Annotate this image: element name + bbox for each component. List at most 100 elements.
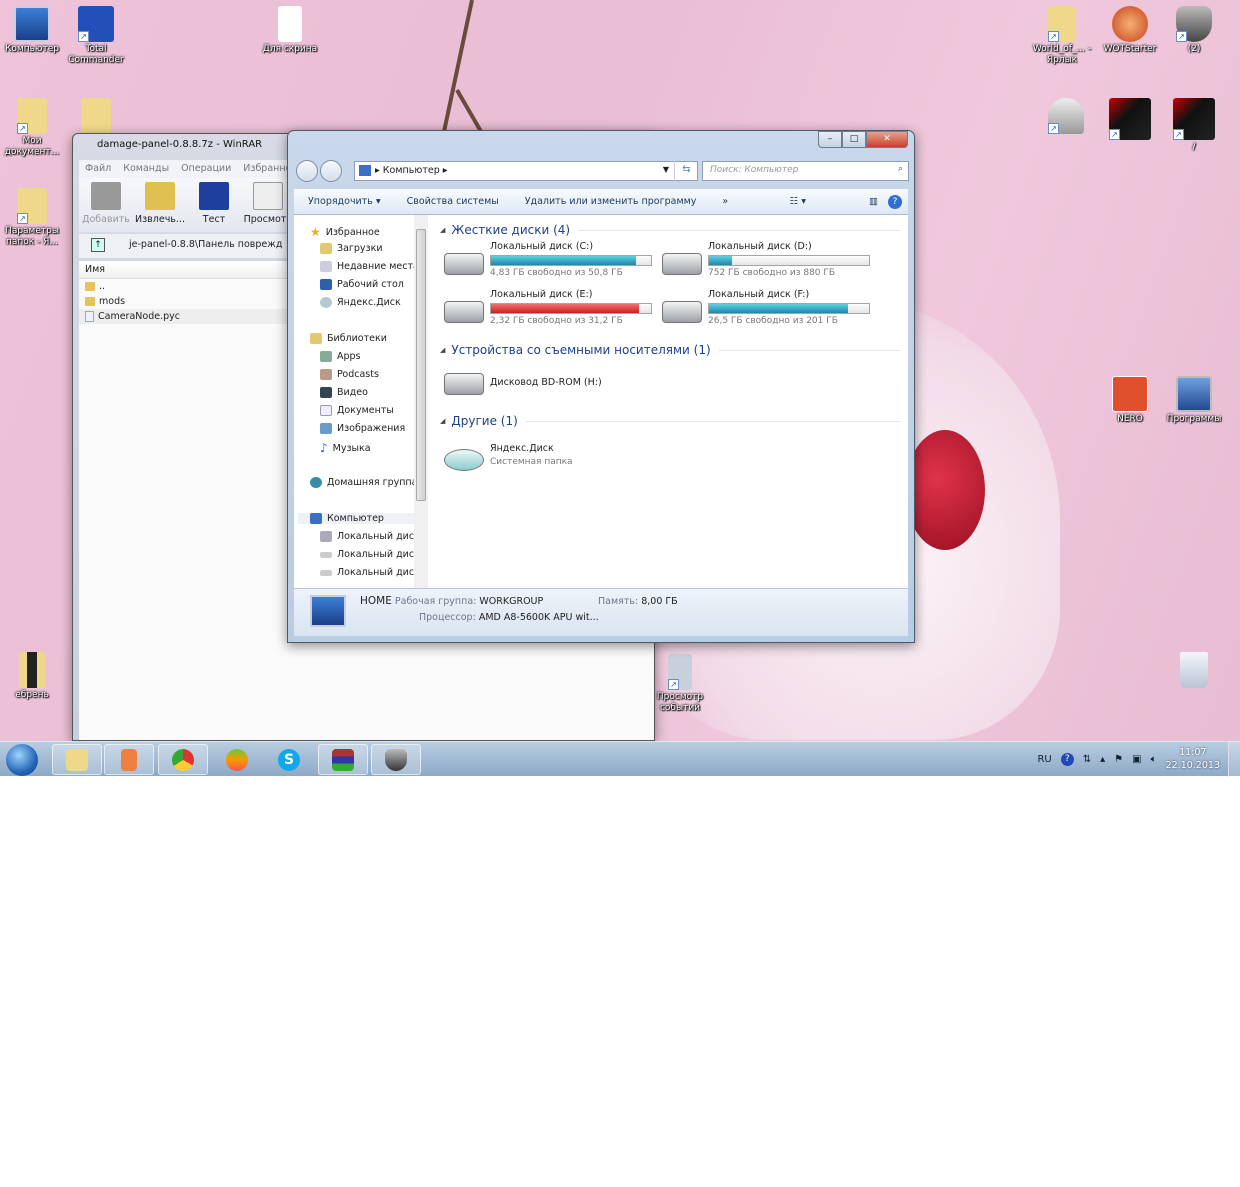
desktop-icon-folder-options[interactable]: ↗ Параметры папок - Я... — [0, 188, 64, 248]
content-pane[interactable]: ◢ Жесткие диски (4) Локальный диск (C:) 4,… — [434, 215, 908, 590]
details-pane: HOME Рабочая группа: WORKGROUP Память: 8… — [294, 588, 908, 636]
desktop-icon-nero[interactable]: NERO — [1098, 376, 1162, 425]
minimize-button[interactable]: – — [818, 131, 842, 148]
volume-icon[interactable]: 🔈︎ — [1151, 754, 1157, 765]
tree-drive[interactable]: Локальный диск — [320, 567, 414, 578]
tree-recent-places[interactable]: Недавние места — [320, 261, 414, 272]
desktop-icon-programs[interactable]: Программы — [1162, 376, 1226, 425]
add-button[interactable]: Добавить — [79, 178, 133, 232]
desktop-icon-folder[interactable] — [64, 98, 128, 136]
tree-favorites[interactable]: ★ Избранное — [310, 225, 380, 239]
tree-computer[interactable]: Компьютер — [298, 513, 414, 524]
close-button[interactable]: ✕ — [866, 131, 908, 148]
more-commands-button[interactable]: » — [722, 196, 728, 207]
drive-free-space: 4,83 ГБ свободно из 50,8 ГБ — [490, 268, 623, 278]
yandex-disk-ufo-icon — [444, 449, 484, 471]
tree-images[interactable]: Изображения — [320, 423, 405, 434]
tree-music[interactable]: ♪ Музыка — [320, 441, 371, 455]
group-header-other[interactable]: ◢ Другие (1) — [440, 414, 900, 428]
taskbar-explorer[interactable] — [52, 744, 102, 775]
test-button[interactable]: Тест — [187, 178, 241, 232]
scrollbar-thumb[interactable] — [416, 229, 426, 501]
bdrom-drive[interactable]: Дисковод BD-ROM (H:) — [444, 361, 654, 409]
tree-desktop[interactable]: Рабочий стол — [320, 279, 404, 290]
desktop-icon-recycle-bin[interactable] — [1162, 652, 1226, 690]
desktop-icon-world-of-tanks-shortcut[interactable]: ↗ World_of_... - Ярлык — [1030, 6, 1094, 66]
menu-commands[interactable]: Команды — [123, 163, 169, 174]
chevron-down-icon[interactable]: ▼ — [663, 165, 669, 174]
action-center-flag-icon[interactable]: ⚑ — [1114, 754, 1123, 765]
clock[interactable]: 11:07 22.10.2013 — [1166, 746, 1220, 772]
taskbar-skype[interactable]: S — [264, 744, 314, 775]
tree-drive[interactable]: Локальный диск — [320, 549, 414, 560]
group-header-hard-drives[interactable]: ◢ Жесткие диски (4) — [440, 223, 900, 237]
tree-podcasts[interactable]: Podcasts — [320, 369, 379, 380]
navigation-scrollbar[interactable] — [414, 215, 428, 590]
desktop-icon-computer[interactable]: Компьютер — [0, 6, 64, 55]
preview-pane-icon[interactable]: ▥ — [869, 196, 878, 207]
uninstall-program-button[interactable]: Удалить или изменить программу — [525, 196, 697, 207]
navigation-pane[interactable]: ★ Избранное Загрузки Недавние места Рабоч… — [294, 215, 415, 590]
yandex-disk-item[interactable]: Яндекс.Диск Системная папка — [444, 437, 654, 485]
desktop-icon-wotstarter[interactable]: WOTStarter — [1098, 6, 1162, 55]
drive-usage-bar — [708, 255, 870, 266]
event-viewer-icon: ↗ — [668, 654, 692, 690]
show-desktop-button[interactable] — [1228, 742, 1240, 777]
system-properties-button[interactable]: Свойства системы — [407, 196, 499, 207]
taskbar-media-player[interactable] — [104, 744, 154, 775]
view-glasses-icon — [253, 182, 283, 210]
tree-homegroup[interactable]: Домашняя группа — [310, 477, 414, 488]
recent-places-icon — [320, 261, 332, 272]
help-icon[interactable]: ? — [1060, 752, 1074, 766]
drive-tile[interactable]: Локальный диск (C:) 4,83 ГБ свободно из 5… — [444, 241, 654, 289]
taskbar-app[interactable] — [212, 744, 262, 775]
tree-apps[interactable]: Apps — [320, 351, 361, 362]
desktop-icon-folder-ebren[interactable]: ебрень — [0, 652, 64, 701]
forward-button[interactable] — [320, 160, 342, 182]
help-icon[interactable]: ? — [888, 194, 902, 209]
star-icon: ★ — [310, 225, 321, 239]
computer-icon — [359, 165, 371, 176]
tree-drive[interactable]: Локальный диск — [320, 531, 414, 542]
network-usb-icon[interactable]: ⇅ — [1083, 754, 1091, 765]
explorer-window[interactable]: – □ ✕ ▸ Компьютер ▸ ▼ ⇆ Поиск: Компьютер ⌕ У… — [287, 130, 915, 643]
maximize-button[interactable]: □ — [842, 131, 866, 148]
menu-operations[interactable]: Операции — [181, 163, 231, 174]
extract-button[interactable]: Извлечь... — [133, 178, 187, 232]
folder-icon — [19, 652, 45, 688]
show-hidden-icons[interactable]: ▴ — [1100, 754, 1105, 765]
drive-tile[interactable]: Локальный диск (F:) 26,5 ГБ свободно из 2… — [662, 289, 872, 337]
desktop-icon-my-documents[interactable]: ↗ Мои документ... — [0, 98, 64, 158]
menu-file[interactable]: Файл — [85, 163, 111, 174]
up-folder-icon[interactable]: ↑ — [91, 238, 105, 252]
desktop-icon-assassin[interactable]: ↗ — [1034, 98, 1098, 136]
tree-yandex-disk[interactable]: Яндекс.Диск — [320, 297, 401, 308]
organize-button[interactable]: Упорядочить ▾ — [308, 196, 381, 207]
drive-tile[interactable]: Локальный диск (D:) 752 ГБ свободно из 88… — [662, 241, 872, 289]
desktop-icon-nfs[interactable]: ↗ — [1098, 98, 1162, 142]
back-button[interactable] — [296, 160, 318, 182]
desktop-icon-screenshot[interactable]: Для скрина — [258, 6, 322, 55]
downloads-folder-icon — [320, 243, 332, 254]
tree-video[interactable]: Видео — [320, 387, 368, 398]
address-bar[interactable]: ▸ Компьютер ▸ ▼ — [354, 161, 698, 181]
start-button[interactable] — [6, 744, 38, 776]
tree-libraries[interactable]: Библиотеки — [310, 333, 387, 344]
desktop-icon-total-commander[interactable]: ↗ Total Commander — [64, 6, 128, 66]
view-options-icon[interactable]: ☷ ▾ — [790, 196, 806, 207]
network-icon[interactable]: ▣ — [1132, 754, 1141, 765]
drive-tile[interactable]: Локальный диск (E:) 2,32 ГБ свободно из 3… — [444, 289, 654, 337]
tree-downloads[interactable]: Загрузки — [320, 243, 383, 254]
desktop-icon-nfs-2[interactable]: ↗ / — [1162, 98, 1226, 153]
desktop-icon-wot[interactable]: ↗ (2) — [1162, 6, 1226, 55]
group-header-removable[interactable]: ◢ Устройства со съемными носителями (1) — [440, 343, 900, 357]
taskbar-chrome[interactable] — [158, 744, 208, 775]
refresh-button[interactable]: ⇆ — [674, 161, 698, 181]
language-indicator[interactable]: RU — [1037, 754, 1051, 765]
search-input[interactable]: Поиск: Компьютер ⌕ — [702, 161, 909, 181]
taskbar-winrar[interactable] — [318, 744, 368, 775]
taskbar-world-of-tanks[interactable] — [371, 744, 421, 775]
desktop-icon-event-viewer[interactable]: ↗ Просмотр событий — [648, 654, 712, 714]
tree-documents[interactable]: Документы — [320, 405, 394, 416]
yandex-disk-icon — [320, 297, 332, 308]
